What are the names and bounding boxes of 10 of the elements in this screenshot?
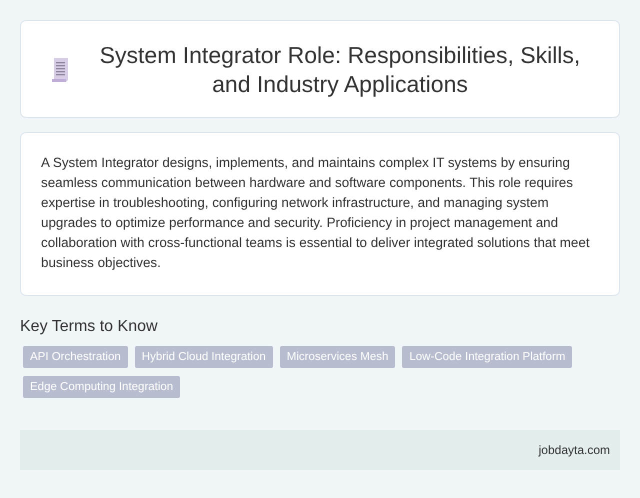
term-tag: Hybrid Cloud Integration xyxy=(134,346,273,368)
term-tag: Edge Computing Integration xyxy=(23,376,180,398)
page-title: System Integrator Role: Responsibilities, Skills, and Industry Applications xyxy=(98,41,582,99)
document-icon xyxy=(51,57,71,83)
term-tag: API Orchestration xyxy=(23,346,128,368)
site-name: jobdayta.com xyxy=(538,443,610,457)
section-heading: Key Terms to Know xyxy=(20,318,159,336)
term-tag: Low-Code Integration Platform xyxy=(402,346,572,368)
summary-text: A System Integrator designs, implements, and maintains complex IT systems by ensuring seamless communication between hardware and software components. This role requires expertise in troubleshooting, configuring network infrastructure, and managing system upgrades to optimize performance and security. Proficiency in project management and collaboration with cross-functional teams is essential to deliver integrated solutions that meet business objectives. xyxy=(41,154,591,272)
term-tag: Microservices Mesh xyxy=(280,346,396,368)
